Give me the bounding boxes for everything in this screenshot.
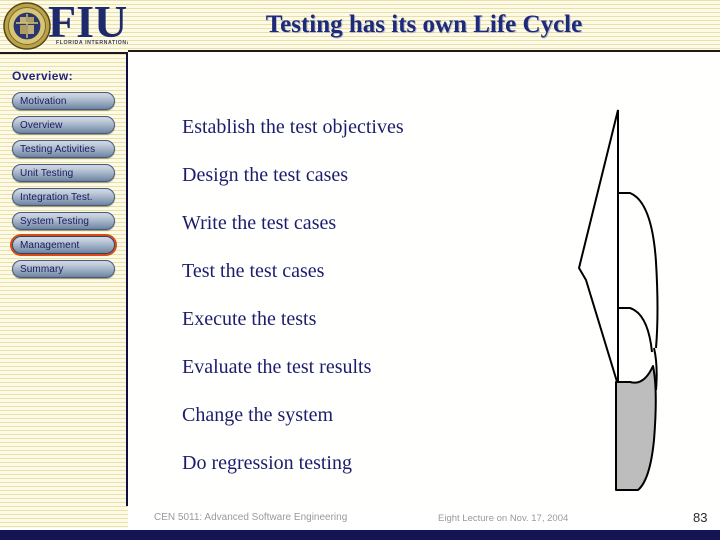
sidebar-item-label: Integration Test. xyxy=(20,191,93,203)
sidebar-item-overview[interactable]: Overview xyxy=(12,116,115,134)
sidebar-item-management[interactable]: Management xyxy=(12,236,115,254)
sidebar-item-unit-testing[interactable]: Unit Testing xyxy=(12,164,115,182)
slide-footer: CEN 5011: Advanced Software Engineering … xyxy=(128,506,720,530)
sidebar-item-label: Unit Testing xyxy=(20,167,74,179)
sidebar-item-label: Testing Activities xyxy=(20,143,96,155)
bullet-item: Change the system xyxy=(182,404,334,426)
sidebar-item-label: Management xyxy=(20,239,80,251)
footer-course-label: CEN 5011: Advanced Software Engineering xyxy=(154,512,348,523)
fiu-university-subtitle: FLORIDA INTERNATIONAL UNIVERSITY xyxy=(56,40,128,46)
footer-left-pad xyxy=(0,506,128,528)
sidebar-item-summary[interactable]: Summary xyxy=(12,260,115,278)
decorative-ribbon-graphic xyxy=(577,109,659,491)
bullet-item: Evaluate the test results xyxy=(182,356,372,378)
bullet-item: Execute the tests xyxy=(182,308,317,330)
sidebar-item-label: Summary xyxy=(20,263,64,275)
bottom-bar xyxy=(0,528,720,540)
header-divider xyxy=(128,50,720,52)
sidebar-item-system-testing[interactable]: System Testing xyxy=(12,212,115,230)
sidebar-item-testing-activities[interactable]: Testing Activities xyxy=(12,140,115,158)
sidebar-item-label: Motivation xyxy=(20,95,67,107)
logo-panel: FIU FLORIDA INTERNATIONAL UNIVERSITY xyxy=(0,0,128,54)
bottom-bar-highlight xyxy=(0,528,720,530)
bullet-list: Establish the test objectives Design the … xyxy=(182,116,512,500)
sidebar-item-integration-test[interactable]: Integration Test. xyxy=(12,188,115,206)
sidebar-item-label: System Testing xyxy=(20,215,90,227)
sidebar-item-motivation[interactable]: Motivation xyxy=(12,92,115,110)
bullet-item: Write the test cases xyxy=(182,212,337,234)
sidebar-heading: Overview: xyxy=(12,69,73,83)
bullet-item: Test the test cases xyxy=(182,260,325,282)
fiu-seal-icon xyxy=(3,2,51,50)
sidebar-item-label: Overview xyxy=(20,119,63,131)
slide-content: Establish the test objectives Design the … xyxy=(128,54,720,506)
title-band: Testing has its own Life Cycle xyxy=(128,0,720,50)
page-title: Testing has its own Life Cycle xyxy=(265,11,583,38)
bullet-item: Do regression testing xyxy=(182,452,352,474)
sidebar: Overview: Motivation Overview Testing Acti… xyxy=(0,54,126,528)
bullet-item: Establish the test objectives xyxy=(182,116,404,138)
sidebar-nav-list: Motivation Overview Testing Activities Unit… xyxy=(12,92,115,284)
page-number: 83 xyxy=(693,510,708,525)
stripe-texture xyxy=(0,506,128,528)
bullet-item: Design the test cases xyxy=(182,164,349,186)
footer-lecture-label: Eight Lecture on Nov. 17, 2004 xyxy=(438,513,569,524)
slide-header: FIU FLORIDA INTERNATIONAL UNIVERSITY Tes… xyxy=(0,0,720,55)
